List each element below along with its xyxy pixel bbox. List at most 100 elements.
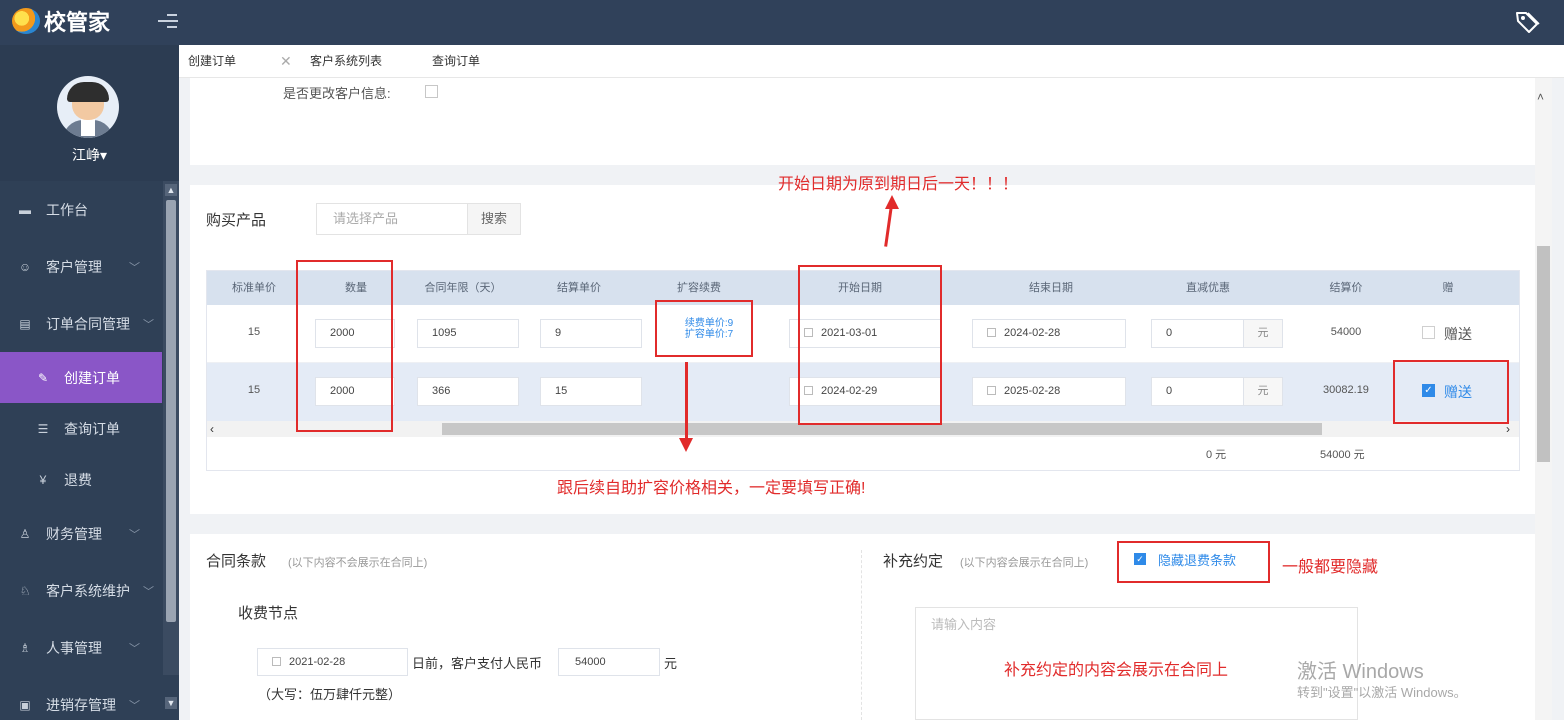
settle-unit-input[interactable]: 9 — [540, 319, 642, 348]
sidebar-item-customer[interactable]: ☺ 客户管理 ﹀ — [0, 238, 162, 295]
user-name[interactable]: 江峥▾ — [0, 145, 179, 165]
search-button[interactable]: 搜索 — [467, 203, 521, 235]
due-date-input[interactable]: 2021-02-28 — [257, 648, 408, 676]
annotation-arrow-down — [685, 362, 688, 440]
tab-bar: 创建订单 ✕ 客户系统列表 查询订单 — [179, 45, 1564, 78]
discount-input[interactable]: 0 — [1151, 319, 1244, 348]
discount-input[interactable]: 0 — [1151, 377, 1244, 406]
supplement-note: (以下内容会展示在合同上) — [960, 557, 1089, 569]
menu-toggle-icon[interactable] — [158, 12, 178, 30]
windows-watermark-title: 激活 Windows — [1297, 661, 1424, 683]
user-profile: 江峥▾ — [0, 45, 179, 181]
tab-query-order[interactable]: 查询订单 — [432, 45, 480, 78]
sidebar-item-create-order[interactable]: ✎ 创建订单 — [0, 352, 162, 403]
main-scroll-thumb[interactable] — [1537, 246, 1550, 462]
tab-customer-system-list[interactable]: 客户系统列表 — [310, 45, 382, 78]
annotation-box-expand — [655, 300, 753, 357]
discount-total: 0 元 — [1206, 449, 1227, 461]
annotation-box-hide-refund — [1117, 541, 1270, 583]
sidebar-item-label: 人事管理 — [46, 639, 102, 656]
refund-icon: ¥ — [39, 472, 47, 487]
calendar-icon — [987, 386, 996, 395]
create-order-icon: ✎ — [37, 370, 49, 385]
brand-name: 校管家 — [44, 10, 111, 35]
sidebar-item-label: 财务管理 — [46, 525, 102, 542]
annotation-box-gift — [1393, 360, 1509, 424]
settle-price-cell: 54000 — [1330, 326, 1362, 338]
sidebar-item-query-order[interactable]: ☰ 查询订单 — [0, 403, 162, 454]
annotation-hide-usually: 一般都要隐藏 — [1282, 559, 1379, 576]
sidebar-item-label: 查询订单 — [64, 420, 120, 437]
end-date-input[interactable]: 2025-02-28 — [972, 377, 1126, 406]
scroll-up-icon[interactable]: ˄ — [1537, 90, 1544, 104]
scroll-right-icon[interactable]: › — [1506, 422, 1510, 436]
chevron-down-icon: ﹀ — [129, 699, 140, 712]
annotation-box-start-date — [798, 265, 942, 425]
amount-input[interactable]: 54000 — [558, 648, 660, 676]
scroll-left-icon[interactable]: ‹ — [210, 422, 214, 436]
divider — [861, 550, 862, 720]
gift-checkbox[interactable] — [1422, 326, 1435, 339]
sidebar-item-contract[interactable]: ▤ 订单合同管理 ﹀ — [0, 295, 162, 352]
sidebar-item-label: 退费 — [64, 471, 92, 488]
sidebar-item-refund[interactable]: ¥ 退费 — [0, 454, 162, 505]
col-std-price: 标准单价 — [232, 282, 276, 294]
col-gift: 赠 — [1442, 282, 1454, 294]
payment-text: 日前，客户支付人民币 — [412, 656, 543, 671]
yuan-suffix: 元 — [1244, 377, 1283, 406]
customer-icon: ☺ — [18, 259, 32, 274]
end-date-value: 2024-02-28 — [1004, 327, 1061, 339]
sidebar-item-label: 客户系统维护 — [46, 582, 130, 599]
chevron-down-icon: ﹀ — [129, 261, 140, 274]
annotation-box-qty — [296, 260, 393, 432]
fee-node-title: 收费节点 — [238, 605, 299, 622]
chevron-down-icon: ﹀ — [129, 528, 140, 541]
gift-label[interactable]: 赠送 — [1444, 324, 1472, 344]
scroll-down-icon[interactable]: ▼ — [165, 697, 177, 709]
col-end-date: 结束日期 — [1029, 282, 1073, 294]
product-select-input[interactable]: 请选择产品 — [316, 203, 467, 235]
query-order-icon: ☰ — [37, 421, 49, 436]
sidebar-item-maintenance[interactable]: ♘ 客户系统维护 ﹀ — [0, 562, 162, 619]
contract-icon: ▤ — [19, 316, 31, 331]
sidebar-item-hr[interactable]: ♗ 人事管理 ﹀ — [0, 619, 162, 676]
yuan-suffix: 元 — [1244, 319, 1283, 348]
sidebar-item-finance[interactable]: ♙ 财务管理 ﹀ — [0, 505, 162, 562]
annotation-start-date: 开始日期为原到期日后一天！！！ — [778, 176, 1019, 193]
settle-unit-input[interactable]: 15 — [540, 377, 642, 406]
hr-icon: ♗ — [19, 640, 31, 655]
sidebar-item-inventory[interactable]: ▣ 进销存管理 ﹀ — [0, 676, 162, 720]
inventory-icon: ▣ — [19, 697, 31, 712]
col-settle-unit: 结算单价 — [557, 282, 601, 294]
supplement-placeholder: 请输入内容 — [931, 617, 997, 632]
avatar[interactable] — [57, 76, 119, 138]
top-bar: 校管家 — [0, 0, 1564, 45]
days-input[interactable]: 366 — [417, 377, 519, 406]
close-icon[interactable]: ✕ — [280, 45, 292, 78]
logo-icon — [12, 8, 40, 34]
std-price-cell: 15 — [247, 384, 261, 396]
finance-icon: ♙ — [19, 526, 31, 541]
tab-create-order[interactable]: 创建订单 — [188, 45, 236, 78]
change-customer-checkbox[interactable] — [425, 85, 438, 98]
chevron-down-icon: ﹀ — [143, 318, 154, 331]
end-date-input[interactable]: 2024-02-28 — [972, 319, 1126, 348]
sidebar-scroll-thumb[interactable] — [166, 200, 176, 622]
scroll-up-icon[interactable]: ▲ — [165, 184, 177, 196]
chevron-down-icon: ﹀ — [143, 585, 154, 598]
maintenance-icon: ♘ — [19, 583, 31, 598]
annotation-price-related: 跟后续自助扩容价格相关，一定要填写正确! — [557, 480, 866, 497]
arrow-down-icon — [679, 438, 693, 452]
amount-unit: 元 — [664, 656, 678, 671]
product-section-title: 购买产品 — [206, 212, 267, 229]
contract-note: (以下内容不会展示在合同上) — [288, 557, 428, 569]
sidebar-item-workbench[interactable]: ▬ 工作台 — [0, 181, 162, 238]
desk-icon: ▬ — [19, 202, 31, 217]
settle-total: 54000 元 — [1320, 449, 1365, 461]
annotation-supplement-display: 补充约定的内容会展示在合同上 — [1004, 662, 1229, 679]
brand-logo[interactable]: 校管家 — [12, 6, 110, 36]
days-input[interactable]: 1095 — [417, 319, 519, 348]
col-days: 合同年限（天） — [424, 282, 502, 294]
sidebar-item-label: 客户管理 — [46, 258, 102, 275]
tag-icon[interactable] — [1514, 9, 1540, 35]
